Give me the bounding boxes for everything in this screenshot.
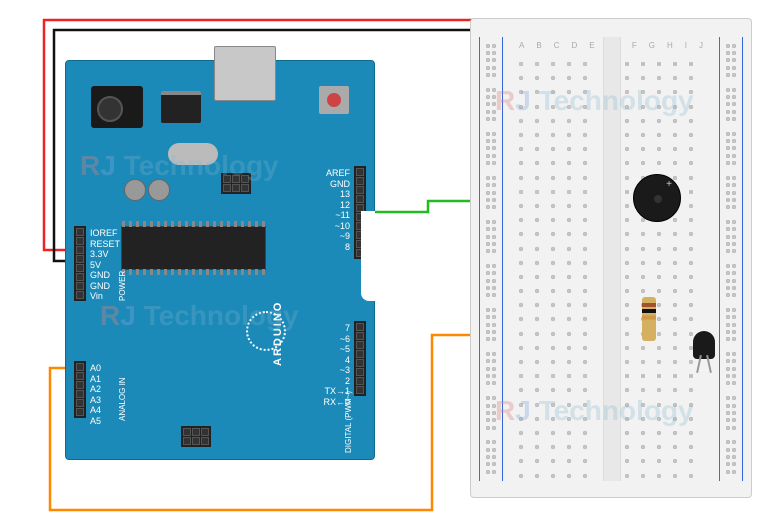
digital-top-labels: AREF GND 13 12 ~11 ~10 ~9 8 bbox=[326, 168, 350, 252]
icsp-header-2[interactable] bbox=[181, 426, 211, 447]
power-jack bbox=[91, 86, 143, 128]
arduino-uno-board: ARDUINO IOREF RESET 3.3V 5V GND GND Vin … bbox=[65, 60, 375, 460]
col-labels-left: A B C D E bbox=[519, 41, 595, 50]
resistor-10k bbox=[642, 297, 656, 341]
power-group-label: POWER bbox=[118, 271, 127, 301]
digital-header-bottom[interactable] bbox=[354, 321, 366, 396]
analog-group-label: ANALOG IN bbox=[118, 377, 127, 421]
piezo-buzzer bbox=[633, 174, 681, 222]
digital-header-top[interactable] bbox=[354, 166, 366, 259]
analog-pin-labels: A0 A1 A2 A3 A4 A5 bbox=[90, 363, 101, 426]
arduino-brand-label: ARDUINO bbox=[272, 301, 284, 366]
breadboard-center-channel bbox=[603, 37, 621, 481]
thermistor-ntc bbox=[693, 331, 715, 359]
atmega-chip bbox=[121, 226, 266, 270]
power-header[interactable] bbox=[74, 226, 86, 301]
terminal-strip-right[interactable] bbox=[621, 57, 707, 487]
digital-group-label: DIGITAL (PWM~) bbox=[344, 391, 353, 453]
capacitor bbox=[124, 179, 146, 201]
power-rail-right[interactable] bbox=[719, 37, 743, 481]
power-rail-left[interactable] bbox=[479, 37, 503, 481]
reset-button[interactable] bbox=[319, 86, 349, 114]
capacitor bbox=[148, 179, 170, 201]
crystal-oscillator bbox=[168, 143, 218, 165]
icsp-header-1[interactable] bbox=[221, 173, 251, 194]
power-pin-labels: IOREF RESET 3.3V 5V GND GND Vin bbox=[90, 228, 120, 302]
analog-header[interactable] bbox=[74, 361, 86, 418]
usb-connector bbox=[214, 46, 276, 101]
voltage-regulator bbox=[161, 91, 201, 123]
breadboard: A B C D E F G H I J bbox=[470, 18, 752, 498]
terminal-strip-left[interactable] bbox=[515, 57, 601, 487]
col-labels-right: F G H I J bbox=[632, 41, 703, 50]
